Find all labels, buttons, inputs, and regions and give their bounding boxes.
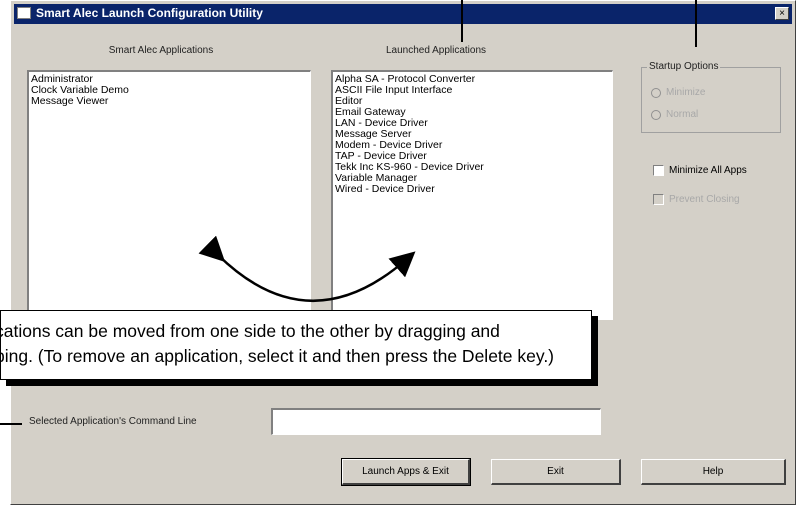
drag-arrow-icon: [198, 235, 416, 302]
annotation-line-1: cations can be moved from one side to th…: [0, 321, 500, 341]
annotation-box: cations can be moved from one side to th…: [0, 310, 592, 380]
annotation-line-2: ping. (To remove an application, select …: [0, 346, 555, 366]
